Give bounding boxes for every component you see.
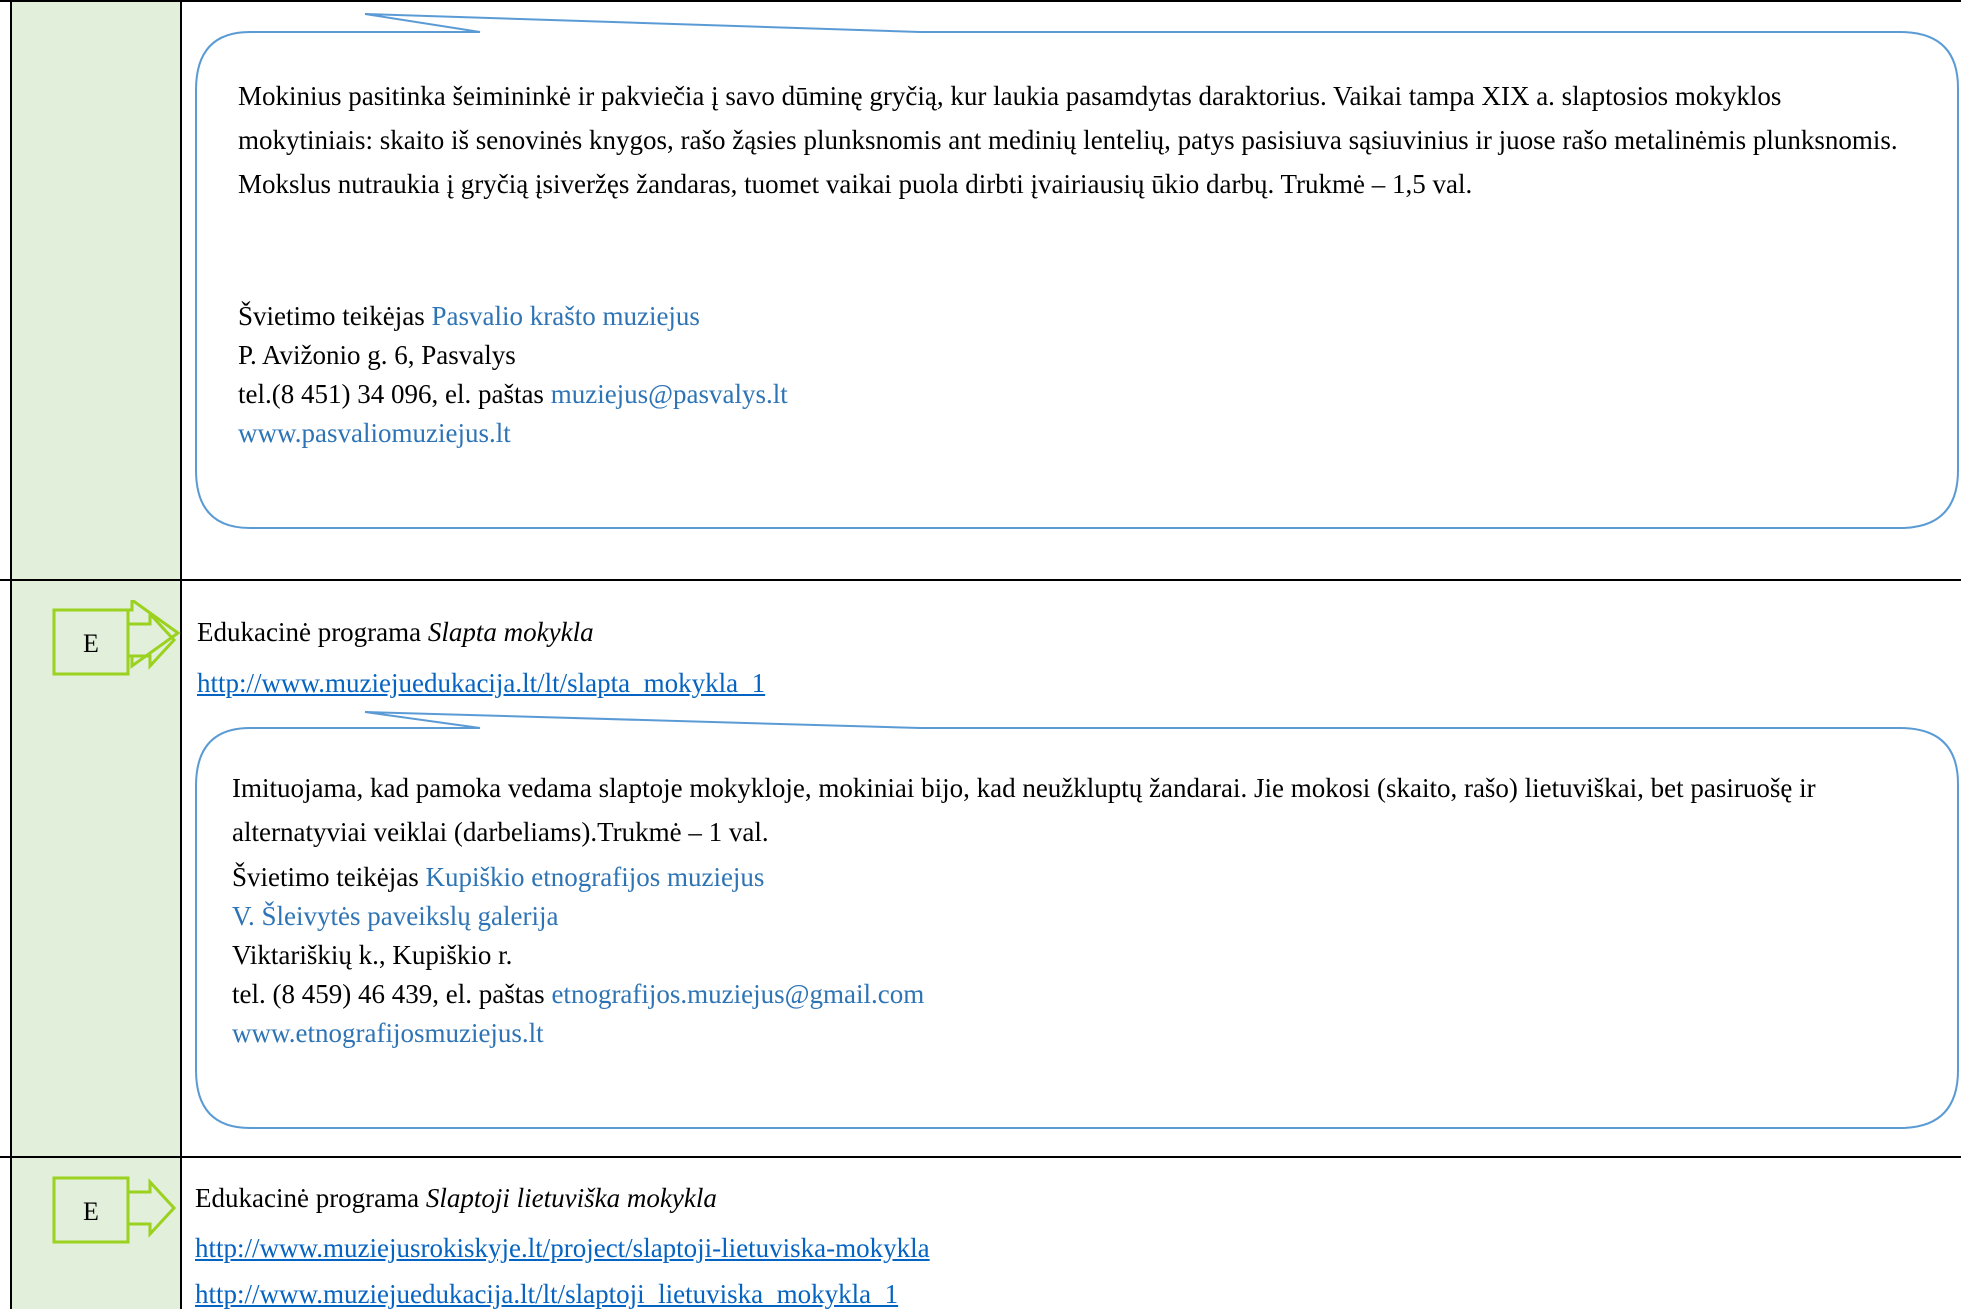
program-link[interactable]: http://www.muziejuedukacija.lt/lt/slapta…: [197, 668, 765, 698]
section2-badge-label: E: [83, 629, 99, 658]
program-title: Slaptoji lietuviška mokykla: [425, 1183, 717, 1213]
section1-contact: Švietimo teikėjas Pasvalio krašto muziej…: [238, 297, 788, 453]
arrow-badge-icon: E: [52, 1176, 177, 1244]
provider-link[interactable]: Pasvalio krašto muziejus: [431, 301, 699, 331]
program-prefix: Edukacinė programa: [195, 1183, 426, 1213]
provider-sub-link[interactable]: V. Šleivytės paveikslų galerija: [232, 897, 924, 936]
provider-link[interactable]: Kupiškio etnografijos muziejus: [425, 862, 764, 892]
section1-provider-line: Švietimo teikėjas Pasvalio krašto muziej…: [238, 297, 788, 336]
section1-phone-line: tel.(8 451) 34 096, el. paštas muziejus@…: [238, 375, 788, 414]
program-link-2[interactable]: http://www.muziejuedukacija.lt/lt/slapto…: [195, 1279, 898, 1309]
website-link[interactable]: www.pasvaliomuziejus.lt: [238, 414, 788, 453]
section2-phone-line: tel. (8 459) 46 439, el. paštas etnograf…: [232, 975, 924, 1014]
email-link[interactable]: etnografijos.muziejus@gmail.com: [551, 979, 924, 1009]
section3-link1-row: http://www.muziejusrokiskyje.lt/project/…: [195, 1229, 930, 1268]
program-prefix: Edukacinė programa: [197, 617, 428, 647]
provider-label: Švietimo teikėjas: [238, 301, 432, 331]
section3-link2-row: http://www.muziejuedukacija.lt/lt/slapto…: [195, 1275, 898, 1314]
phone-text: tel. (8 459) 46 439, el. paštas: [232, 979, 552, 1009]
arrow-badge-icon: E: [52, 600, 181, 676]
section1-address: P. Avižonio g. 6, Pasvalys: [238, 340, 516, 370]
section3-program-heading: Edukacinė programa Slaptoji lietuviška m…: [195, 1179, 717, 1218]
section2-link-row: http://www.muziejuedukacija.lt/lt/slapta…: [197, 664, 765, 703]
section2-description: Imituojama, kad pamoka vedama slaptoje m…: [232, 773, 1816, 847]
phone-text: tel.(8 451) 34 096, el. paštas: [238, 379, 551, 409]
section1-description: Mokinius pasitinka šeimininkė ir pakvieč…: [238, 81, 1898, 199]
program-title: Slapta mokykla: [427, 617, 594, 647]
document-page: Mokinius pasitinka šeimininkė ir pakvieč…: [0, 0, 1961, 1309]
section3-badge-label: E: [83, 1197, 99, 1226]
program-link-1[interactable]: http://www.muziejusrokiskyje.lt/project/…: [195, 1233, 930, 1263]
section2-address: Viktariškių k., Kupiškio r.: [232, 940, 513, 970]
website-link[interactable]: www.etnografijosmuziejus.lt: [232, 1014, 924, 1053]
provider-label: Švietimo teikėjas: [232, 862, 426, 892]
email-link[interactable]: muziejus@pasvalys.lt: [551, 379, 788, 409]
section2-program-heading: Edukacinė programa Slapta mokykla: [197, 613, 594, 652]
section2-contact: Švietimo teikėjas Kupiškio etnografijos …: [232, 858, 924, 1053]
section2-provider-line: Švietimo teikėjas Kupiškio etnografijos …: [232, 858, 924, 897]
